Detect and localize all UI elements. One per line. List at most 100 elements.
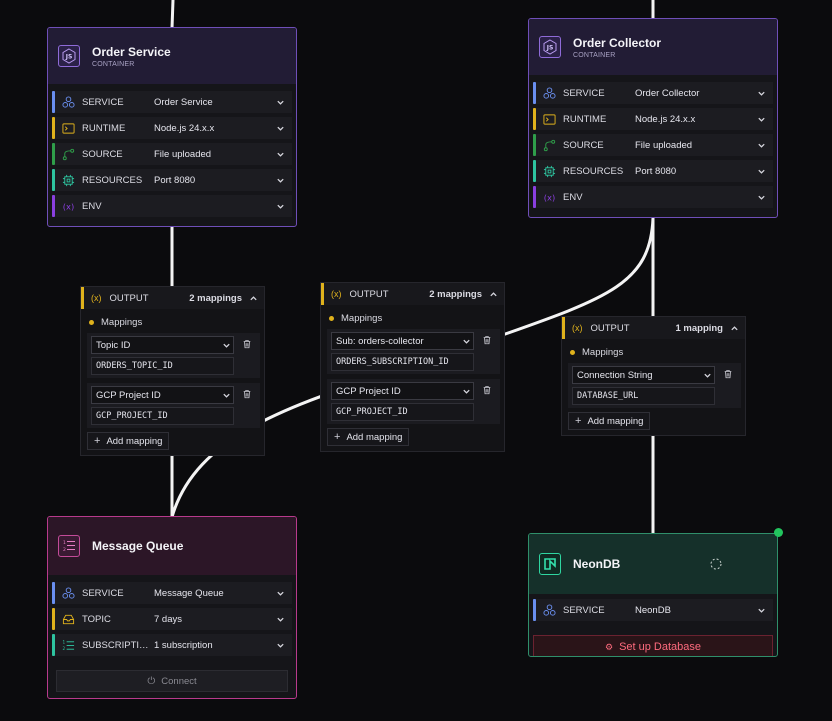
order-service-row-source[interactable]: SOURCE File uploaded [52,143,292,165]
output-mapping-count: 2 mappings [429,288,482,300]
message-queue-rows: SERVICE Message Queue TOPIC 7 days 12 SU… [48,575,296,664]
order-collector-header[interactable]: JS Order Collector CONTAINER [529,19,777,75]
mapping-env-name-input[interactable]: GCP_PROJECT_ID [91,407,234,425]
mapping-env-name-input[interactable]: ORDERS_SUBSCRIPTION_ID [331,353,474,371]
order-collector-row-service[interactable]: SERVICE Order Collector [533,82,773,104]
variable-icon: (x) [541,189,557,205]
order-collector-row-resources[interactable]: RESOURCES Port 8080 [533,160,773,182]
order-collector-title: Order Collector [573,35,662,50]
chevron-down-icon[interactable] [272,176,288,185]
neondb-rows: SERVICE NeonDB [529,594,777,629]
row-value: File uploaded [154,148,212,160]
chevron-down-icon [219,341,233,350]
order-service-row-resources[interactable]: RESOURCES Port 8080 [52,169,292,191]
chevron-down-icon[interactable] [753,193,769,202]
mapping-source-value: Connection String [577,369,653,381]
mapping-item: Sub: orders-collector ORDERS_SUBSCRIPTIO… [327,329,500,374]
order-service-header[interactable]: JS Order Service CONTAINER [48,28,296,84]
order-collector-row-source[interactable]: SOURCE File uploaded [533,134,773,156]
trash-icon[interactable] [242,339,252,349]
order-service-node[interactable]: JS Order Service CONTAINER SERVICE Order… [47,27,297,227]
chevron-down-icon[interactable] [272,641,288,650]
mapping-env-name-input[interactable]: DATABASE_URL [572,387,715,405]
mapping-source-select[interactable]: Topic ID [91,336,234,354]
setup-database-button[interactable]: ⚙ Set up Database [533,635,773,656]
message-queue-row-subscriptio[interactable]: 12 SUBSCRIPTIO... 1 subscription [52,634,292,656]
svg-text:1: 1 [62,639,65,644]
mapping-item: Connection String DATABASE_URL [568,363,741,408]
mapping-source-select[interactable]: GCP Project ID [331,382,474,400]
trash-icon[interactable] [242,389,252,399]
chevron-down-icon[interactable] [753,89,769,98]
output-accent-bar [321,283,324,305]
chevron-down-icon[interactable] [753,141,769,150]
mappings-heading: Mappings [81,309,264,328]
order-collector-row-env[interactable]: (x) ENV [533,186,773,208]
chevron-up-icon[interactable] [723,324,745,333]
row-accent-bar [533,599,536,621]
neondb-header[interactable]: NeonDB [529,534,777,594]
svg-text:1: 1 [63,540,66,546]
output-panel-neondb: (x) OUTPUT 1 mapping Mappings Connection… [561,316,746,436]
mapping-source-select[interactable]: GCP Project ID [91,386,234,404]
add-mapping-button[interactable]: + Add mapping [87,432,170,450]
connect-button[interactable]: ⏻ Connect [56,670,288,692]
svg-text:(x): (x) [543,192,554,202]
trash-icon[interactable] [723,369,733,379]
order-service-row-runtime[interactable]: RUNTIME Node.js 24.x.x [52,117,292,139]
mapping-source-select[interactable]: Sub: orders-collector [331,332,474,350]
output-header[interactable]: (x) OUTPUT 2 mappings [81,287,264,309]
chevron-down-icon [219,391,233,400]
chevron-down-icon[interactable] [272,150,288,159]
plus-icon: + [575,415,582,427]
output-header[interactable]: (x) OUTPUT 2 mappings [321,283,504,305]
add-mapping-button[interactable]: + Add mapping [568,412,651,430]
mapping-env-name-input[interactable]: GCP_PROJECT_ID [331,403,474,421]
row-value: Port 8080 [635,165,677,177]
neondb-row-service[interactable]: SERVICE NeonDB [533,599,773,621]
trash-icon[interactable] [482,385,492,395]
chevron-down-icon[interactable] [272,615,288,624]
order-collector-row-runtime[interactable]: RUNTIME Node.js 24.x.x [533,108,773,130]
row-label: SOURCE [82,148,123,160]
order-service-row-env[interactable]: (x) ENV [52,195,292,217]
terminal-icon [60,120,76,136]
chevron-up-icon[interactable] [242,294,264,303]
row-label: SERVICE [82,96,124,108]
trash-icon[interactable] [482,335,492,345]
message-queue-node[interactable]: 12 Message Queue SERVICE Message Queue T… [47,516,297,699]
order-service-row-service[interactable]: SERVICE Order Service [52,91,292,113]
chevron-down-icon[interactable] [272,124,288,133]
output-header[interactable]: (x) OUTPUT 1 mapping [562,317,745,339]
row-value: 7 days [154,613,182,625]
chevron-down-icon [459,387,473,396]
inbox-icon [60,611,76,627]
mapping-source-select[interactable]: Connection String [572,366,715,384]
message-queue-row-topic[interactable]: TOPIC 7 days [52,608,292,630]
nodejs-icon: JS [58,45,80,67]
neondb-title: NeonDB [573,557,621,571]
mapping-env-name-value: DATABASE_URL [577,391,639,401]
cpu-chip-icon [60,172,76,188]
mappings-heading: Mappings [321,305,504,324]
chevron-down-icon[interactable] [272,202,288,211]
row-accent-bar [533,186,536,208]
row-value: NeonDB [635,604,671,616]
chevron-down-icon[interactable] [272,98,288,107]
row-value: Message Queue [154,587,224,599]
message-queue-header[interactable]: 12 Message Queue [48,517,296,575]
add-mapping-button[interactable]: + Add mapping [327,428,410,446]
mapping-env-name-input[interactable]: ORDERS_TOPIC_ID [91,357,234,375]
chevron-down-icon[interactable] [753,167,769,176]
chevron-down-icon[interactable] [272,589,288,598]
svg-text:2: 2 [62,646,65,651]
plus-icon: + [94,435,101,447]
row-label: RESOURCES [82,174,143,186]
order-collector-node[interactable]: JS Order Collector CONTAINER SERVICE Ord… [528,18,778,218]
message-queue-row-service[interactable]: SERVICE Message Queue [52,582,292,604]
chevron-down-icon[interactable] [753,606,769,615]
variable-icon: (x) [331,289,342,299]
chevron-up-icon[interactable] [482,290,504,299]
chevron-down-icon[interactable] [753,115,769,124]
neondb-node[interactable]: NeonDB SERVICE NeonDB ⚙ Set up Database [528,533,778,657]
